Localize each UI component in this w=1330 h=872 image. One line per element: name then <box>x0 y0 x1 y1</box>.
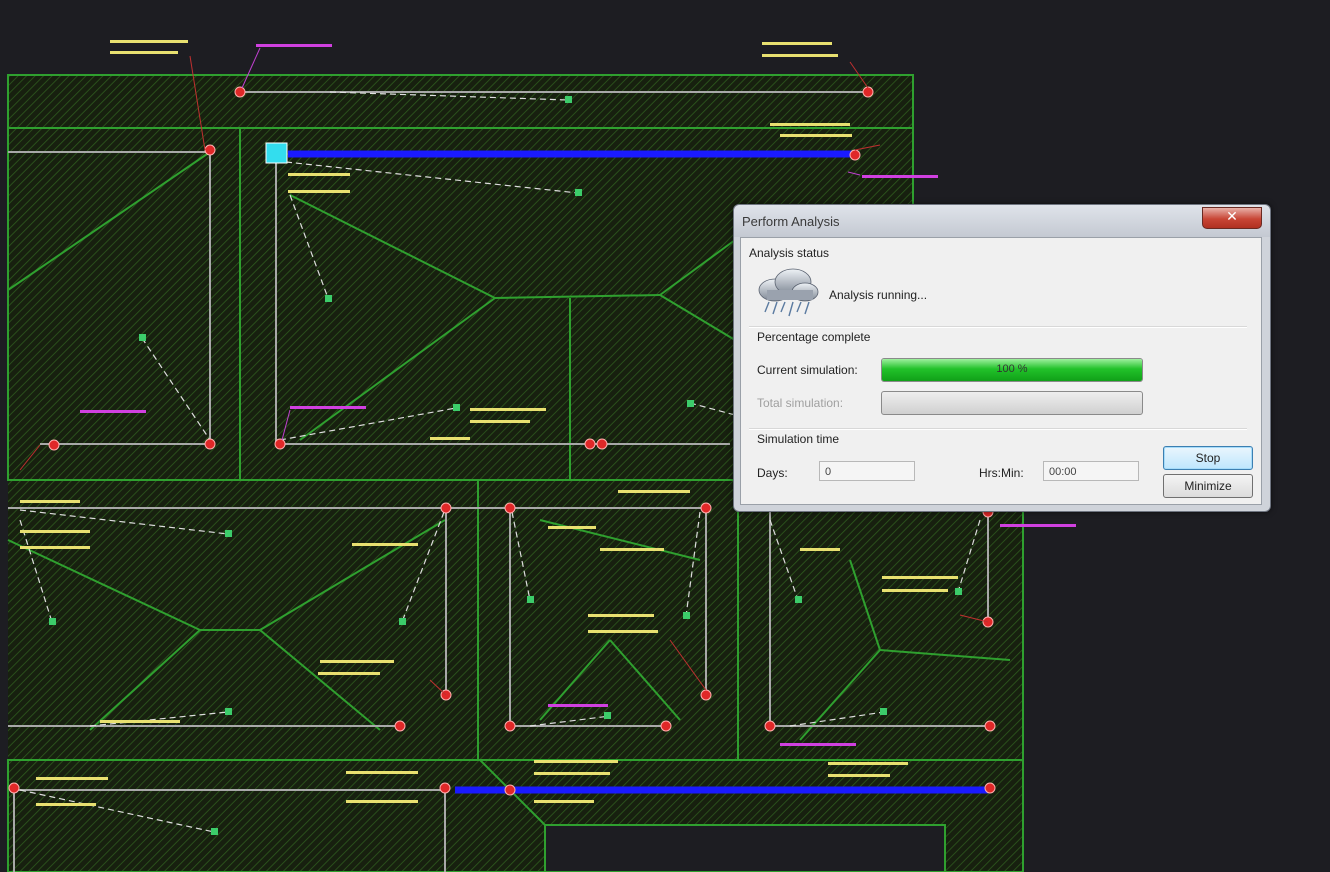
dialog-titlebar[interactable]: Perform Analysis ✕ <box>734 205 1270 237</box>
dialog-body: Analysis status Analysis running... Perc… <box>740 237 1262 505</box>
total-simulation-label: Total simulation: <box>757 396 844 410</box>
total-simulation-progress <box>881 391 1143 415</box>
minimize-button[interactable]: Minimize <box>1163 474 1253 498</box>
close-button[interactable]: ✕ <box>1202 207 1262 229</box>
current-simulation-label: Current simulation: <box>757 363 858 377</box>
dialog-title: Perform Analysis <box>742 214 840 229</box>
perform-analysis-dialog: Perform Analysis ✕ Analysis status Analy… <box>733 204 1271 512</box>
hrs-min-field: 00:00 <box>1043 461 1139 481</box>
simulation-time-heading: Simulation time <box>757 432 840 446</box>
selected-node <box>265 142 288 164</box>
days-label: Days: <box>757 466 788 480</box>
stop-button[interactable]: Stop <box>1163 446 1253 470</box>
status-text: Analysis running... <box>829 288 928 302</box>
current-simulation-text: 100 % <box>996 363 1028 375</box>
separator <box>749 428 1247 430</box>
analysis-status-heading: Analysis status <box>749 246 830 260</box>
days-field: 0 <box>819 461 915 481</box>
hrs-min-label: Hrs:Min: <box>979 466 1024 480</box>
rain-cloud-icon <box>758 268 819 317</box>
percentage-heading: Percentage complete <box>757 330 871 344</box>
separator <box>749 326 1247 328</box>
current-simulation-progress: 100 % <box>881 358 1143 382</box>
